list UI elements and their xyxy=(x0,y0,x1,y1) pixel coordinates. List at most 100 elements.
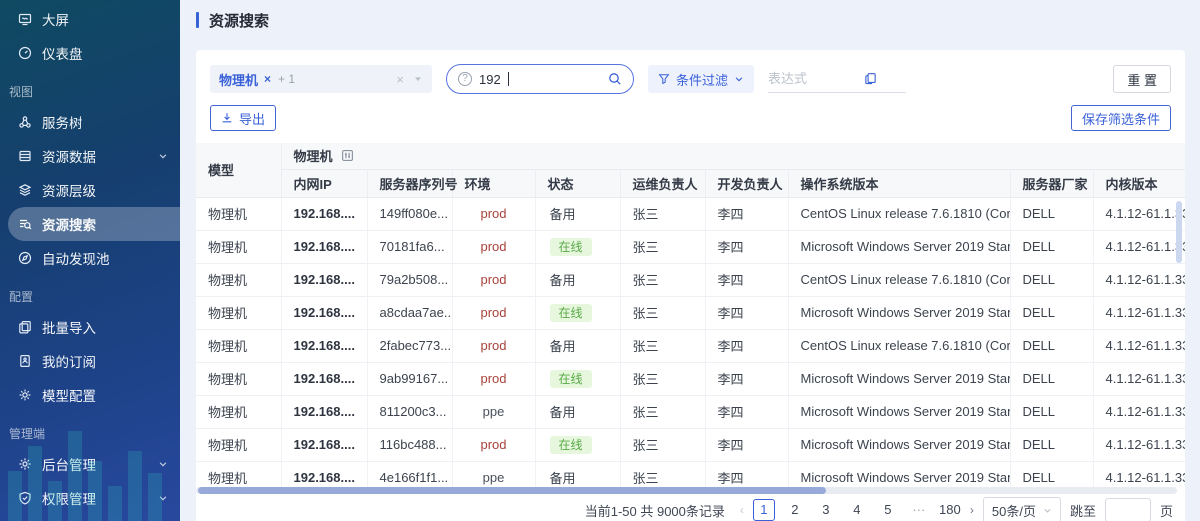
filter-row: 物理机 × + 1 × ? 192 条件过滤 重 置 xyxy=(210,64,1171,94)
cell-ops-owner: 张三 xyxy=(620,263,705,296)
prev-page-button[interactable]: ‹ xyxy=(740,503,744,517)
page-number[interactable]: 5 xyxy=(877,499,899,521)
model-config-icon xyxy=(18,388,32,402)
select-clear-icon[interactable]: × xyxy=(396,72,404,87)
group-header-row: 模型 物理机 xyxy=(196,143,1185,169)
page-number[interactable]: 180 xyxy=(939,499,961,521)
column-header: 开发负责人 xyxy=(705,169,788,197)
sidebar-item-model-config[interactable]: 模型配置 xyxy=(0,378,180,412)
search-value: 192 xyxy=(479,72,501,87)
sidebar-item-resource-search[interactable]: 资源搜索 xyxy=(8,207,180,241)
cell-intranet-ip: 192.168.... xyxy=(281,461,367,487)
sidebar-item-resource-level[interactable]: 资源层级 xyxy=(0,173,180,207)
chevron-down-icon xyxy=(158,151,168,161)
sidebar-item-label: 资源层级 xyxy=(42,180,96,200)
save-filter-button[interactable]: 保存筛选条件 xyxy=(1071,105,1171,131)
cell-environment: ppe xyxy=(452,395,535,428)
cell-os-version: CentOS Linux release 7.6.1810 (Core) xyxy=(788,329,1010,362)
sidebar-section-config: 配置 xyxy=(0,275,180,310)
sidebar-item-resource-data[interactable]: 资源数据 xyxy=(0,139,180,173)
page-number[interactable]: 3 xyxy=(815,499,837,521)
sidebar-item-auto-discovery[interactable]: 自动发现池 xyxy=(0,241,180,275)
cell-serial: 70181fa6... xyxy=(367,230,452,263)
table-row[interactable]: 物理机 192.168.... 70181fa6... prod 在线 张三 李… xyxy=(196,230,1185,263)
table-row[interactable]: 物理机 192.168.... 4e166f1f1... ppe 备用 张三 李… xyxy=(196,461,1185,487)
table-row[interactable]: 物理机 192.168.... a8cdaa7ae... prod 在线 张三 … xyxy=(196,296,1185,329)
cell-dev-owner: 李四 xyxy=(705,263,788,296)
tag-close-icon[interactable]: × xyxy=(264,72,271,86)
export-label: 导出 xyxy=(239,109,265,128)
chevron-down-icon xyxy=(158,493,168,503)
cell-dev-owner: 李四 xyxy=(705,197,788,230)
more-tags-count: + 1 xyxy=(278,72,295,86)
sidebar-item-dashboard[interactable]: 仪表盘 xyxy=(0,36,180,70)
table-row[interactable]: 物理机 192.168.... 9ab99167... prod 在线 张三 李… xyxy=(196,362,1185,395)
sidebar-item-backend-admin[interactable]: 后台管理 xyxy=(0,447,180,481)
table-row[interactable]: 物理机 192.168.... 811200c3... ppe 备用 张三 李四… xyxy=(196,395,1185,428)
cell-status: 在线 xyxy=(535,296,620,329)
cell-model: 物理机 xyxy=(196,296,281,329)
search-input[interactable]: ? 192 xyxy=(446,64,634,94)
export-button[interactable]: 导出 xyxy=(210,105,276,131)
cell-model: 物理机 xyxy=(196,197,281,230)
cell-status: 在线 xyxy=(535,362,620,395)
sidebar-section-admin: 管理端 xyxy=(0,412,180,447)
table-row[interactable]: 物理机 192.168.... 2fabec773... prod 备用 张三 … xyxy=(196,329,1185,362)
page-size-value: 50条/页 xyxy=(992,501,1036,520)
sidebar-item-big-screen[interactable]: 大屏 xyxy=(0,2,180,36)
title-accent-bar xyxy=(196,12,199,28)
page-title: 资源搜索 xyxy=(209,10,269,31)
sidebar-item-service-tree[interactable]: 服务树 xyxy=(0,105,180,139)
table-row[interactable]: 物理机 192.168.... 79a2b508... prod 备用 张三 李… xyxy=(196,263,1185,296)
cell-serial: 811200c3... xyxy=(367,395,452,428)
jump-page-input[interactable] xyxy=(1105,498,1151,521)
cell-ops-owner: 张三 xyxy=(620,230,705,263)
cell-dev-owner: 李四 xyxy=(705,296,788,329)
sidebar-section-view: 视图 xyxy=(0,70,180,105)
sidebar-item-label: 资源数据 xyxy=(42,146,96,166)
cell-status: 备用 xyxy=(535,395,620,428)
sidebar-item-batch-import[interactable]: 批量导入 xyxy=(0,310,180,344)
cell-serial: 79a2b508... xyxy=(367,263,452,296)
sidebar-item-label: 我的订阅 xyxy=(42,351,96,371)
cell-environment: prod xyxy=(452,329,535,362)
condition-filter-button[interactable]: 条件过滤 xyxy=(648,65,754,93)
page-number[interactable]: 4 xyxy=(846,499,868,521)
horizontal-scrollbar-thumb[interactable] xyxy=(198,487,826,494)
cell-intranet-ip: 192.168.... xyxy=(281,230,367,263)
expression-input[interactable] xyxy=(768,71,860,86)
cell-kernel-version: 4.1.12-61.1.33. xyxy=(1093,395,1185,428)
search-icon[interactable] xyxy=(608,72,622,86)
resource-data-icon xyxy=(18,149,32,163)
cell-serial: 149ff080e... xyxy=(367,197,452,230)
column-header: 状态 xyxy=(535,169,620,197)
vertical-scrollbar[interactable] xyxy=(1176,201,1182,263)
page-number[interactable]: 1 xyxy=(753,499,775,521)
page-number[interactable]: 2 xyxy=(784,499,806,521)
cell-status: 备用 xyxy=(535,461,620,487)
cell-environment: prod xyxy=(452,296,535,329)
sidebar-item-label: 大屏 xyxy=(42,9,69,29)
cell-intranet-ip: 192.168.... xyxy=(281,197,367,230)
table-row[interactable]: 物理机 192.168.... 149ff080e... prod 备用 张三 … xyxy=(196,197,1185,230)
select-caret-icon xyxy=(413,74,423,84)
cell-ops-owner: 张三 xyxy=(620,329,705,362)
column-settings-icon[interactable] xyxy=(341,149,354,162)
cell-vendor: DELL xyxy=(1010,329,1093,362)
group-header-physical-machine: 物理机 xyxy=(281,143,1185,169)
next-page-button[interactable]: › xyxy=(970,503,974,517)
status-badge: 备用 xyxy=(550,207,576,222)
cell-os-version: Microsoft Windows Server 2019 Stan... xyxy=(788,395,1010,428)
status-badge: 备用 xyxy=(550,339,576,354)
sidebar-item-permission-admin[interactable]: 权限管理 xyxy=(0,481,180,515)
horizontal-scrollbar-track[interactable] xyxy=(196,487,1177,494)
model-select[interactable]: 物理机 × + 1 × xyxy=(210,65,432,93)
copy-icon[interactable] xyxy=(864,72,877,85)
sidebar-item-my-subscription[interactable]: 我的订阅 xyxy=(0,344,180,378)
table-row[interactable]: 物理机 192.168.... 116bc488... prod 在线 张三 李… xyxy=(196,428,1185,461)
sidebar-item-label: 资源搜索 xyxy=(42,214,96,234)
reset-button[interactable]: 重 置 xyxy=(1113,65,1171,93)
page-size-select[interactable]: 50条/页 xyxy=(983,497,1061,521)
main-content: 资源搜索 物理机 × + 1 × ? 192 条件过滤 xyxy=(180,0,1200,521)
status-badge: 备用 xyxy=(550,273,576,288)
